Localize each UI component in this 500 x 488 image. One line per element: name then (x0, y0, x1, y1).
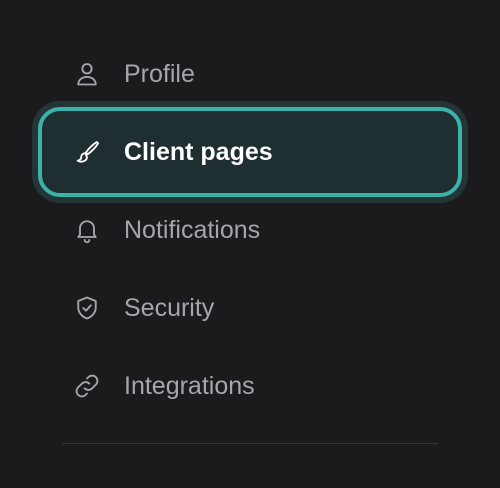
nav-item-label: Profile (124, 59, 195, 88)
nav-item-client-pages[interactable]: Client pages (38, 107, 462, 197)
nav-item-label: Security (124, 293, 215, 322)
bell-icon (72, 215, 102, 245)
nav-item-label: Notifications (124, 215, 261, 244)
nav-item-label: Integrations (124, 371, 255, 400)
user-icon (72, 59, 102, 89)
link-icon (72, 371, 102, 401)
paintbrush-icon (72, 137, 102, 167)
nav-divider (62, 443, 438, 444)
nav-item-label: Client pages (124, 137, 273, 166)
nav-item-notifications[interactable]: Notifications (62, 199, 438, 261)
nav-item-integrations[interactable]: Integrations (62, 355, 438, 417)
shield-check-icon (72, 293, 102, 323)
nav-item-profile[interactable]: Profile (62, 43, 438, 105)
settings-sidebar: Profile Client pages Notifications Secur… (0, 0, 500, 488)
nav-item-security[interactable]: Security (62, 277, 438, 339)
